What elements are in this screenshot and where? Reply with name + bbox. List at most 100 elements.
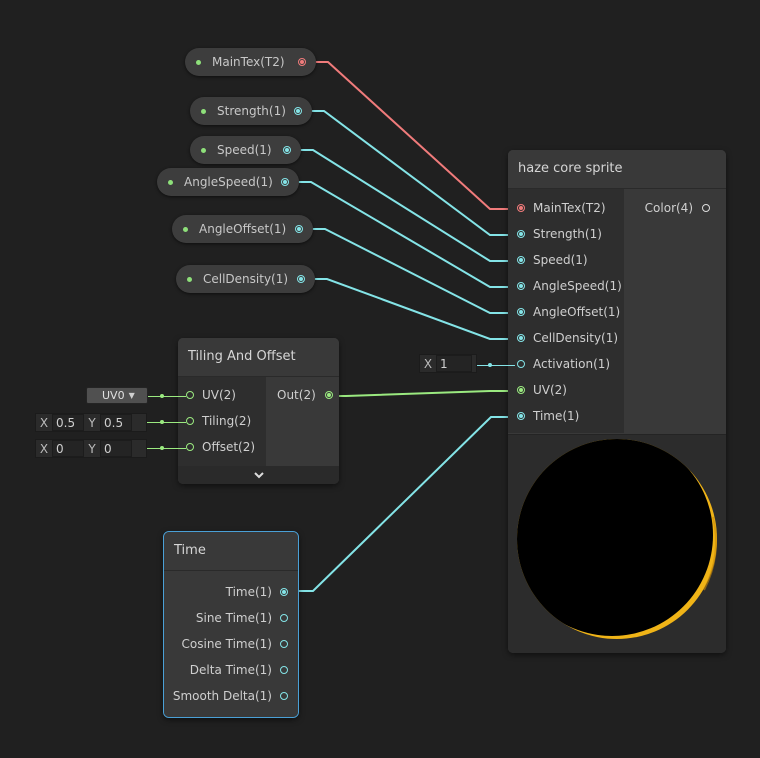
activation-dot xyxy=(488,363,492,367)
uv-channel-dropdown[interactable]: UV0 ▼ xyxy=(86,387,148,404)
tiling-x-input[interactable]: 0.5 xyxy=(52,414,84,431)
node-outputs: Out(2) xyxy=(267,377,339,466)
property-label: CellDensity(1) xyxy=(203,272,289,286)
output-port[interactable] xyxy=(280,666,288,674)
activation-connector xyxy=(477,365,515,366)
activation-field[interactable]: X 1 xyxy=(419,354,477,373)
preview-image xyxy=(517,439,717,639)
input-port[interactable] xyxy=(517,386,525,394)
dropdown-caret-icon: ▼ xyxy=(128,391,135,400)
wire-strength xyxy=(311,110,515,236)
input-time[interactable]: Time(1) xyxy=(508,403,579,429)
input-port[interactable] xyxy=(517,360,525,368)
output-port[interactable] xyxy=(280,588,288,596)
output-cosine-time[interactable]: Cosine Time(1) xyxy=(182,631,288,657)
output-delta-time[interactable]: Delta Time(1) xyxy=(190,657,288,683)
output-port[interactable] xyxy=(280,614,288,622)
output-port[interactable] xyxy=(324,391,333,399)
offset-dot xyxy=(160,446,164,450)
output-port[interactable] xyxy=(702,204,710,212)
input-anglespeed[interactable]: AngleSpeed(1) xyxy=(508,273,622,299)
input-offset[interactable]: Offset(2) xyxy=(178,434,255,460)
offset-field[interactable]: X 0 Y 0 xyxy=(35,439,147,458)
output-time[interactable]: Time(1) xyxy=(226,579,288,605)
input-port[interactable] xyxy=(186,443,194,451)
output-label: Color(4) xyxy=(644,201,693,215)
output-port[interactable] xyxy=(280,640,288,648)
input-uv[interactable]: UV(2) xyxy=(508,377,567,403)
axis-label-x: X xyxy=(39,441,49,456)
axis-label-x: X xyxy=(39,415,49,430)
output-label: Time(1) xyxy=(225,585,272,599)
input-label: Strength(1) xyxy=(533,227,602,241)
chevron-down-icon[interactable] xyxy=(253,471,265,481)
wire-maintex xyxy=(315,61,515,210)
input-label: Speed(1) xyxy=(533,253,588,267)
input-port[interactable] xyxy=(517,230,525,238)
input-port[interactable] xyxy=(517,412,525,420)
input-label: AngleSpeed(1) xyxy=(533,279,622,293)
input-label: AngleOffset(1) xyxy=(533,305,621,319)
offset-connector xyxy=(147,448,186,449)
property-strength[interactable]: Strength(1) xyxy=(190,97,312,125)
input-angleoffset[interactable]: AngleOffset(1) xyxy=(508,299,620,325)
property-celldensity[interactable]: CellDensity(1) xyxy=(176,265,315,293)
property-dot xyxy=(168,179,173,185)
offset-y-input[interactable]: 0 xyxy=(100,440,132,457)
tiling-and-offset-node[interactable]: Tiling And Offset UV(2) Tiling(2) Offset… xyxy=(178,338,339,484)
property-angleoffset[interactable]: AngleOffset(1) xyxy=(172,215,313,243)
uv-connector xyxy=(148,396,186,397)
input-strength[interactable]: Strength(1) xyxy=(508,221,602,247)
input-port[interactable] xyxy=(186,417,194,425)
output-port[interactable] xyxy=(280,692,288,700)
output-out[interactable]: Out(2) xyxy=(277,382,333,408)
output-label: Out(2) xyxy=(277,388,316,402)
input-uv[interactable]: UV(2) xyxy=(178,382,236,408)
input-label: UV(2) xyxy=(533,383,567,397)
output-color[interactable]: Color(4) xyxy=(645,195,718,221)
node-inputs: UV(2) Tiling(2) Offset(2) xyxy=(178,377,266,466)
property-speed[interactable]: Speed(1) xyxy=(190,136,301,164)
tiling-connector xyxy=(147,422,186,423)
input-port[interactable] xyxy=(517,334,525,342)
property-label: Speed(1) xyxy=(217,143,272,157)
input-maintex[interactable]: MainTex(T2) xyxy=(508,195,606,221)
tiling-field[interactable]: X 0.5 Y 0.5 xyxy=(35,413,147,432)
property-anglespeed[interactable]: AngleSpeed(1) xyxy=(157,168,299,196)
output-label: Smooth Delta(1) xyxy=(172,689,272,703)
activation-value[interactable]: 1 xyxy=(436,355,472,372)
haze-core-sprite-node[interactable]: haze core sprite MainTex(T2) Strength(1)… xyxy=(508,150,726,653)
output-port[interactable] xyxy=(298,58,306,66)
property-label: Strength(1) xyxy=(217,104,286,118)
offset-x-input[interactable]: 0 xyxy=(52,440,84,457)
node-inputs: MainTex(T2) Strength(1) Speed(1) AngleSp… xyxy=(508,189,624,433)
input-port[interactable] xyxy=(517,204,525,212)
input-speed[interactable]: Speed(1) xyxy=(508,247,588,273)
axis-label-y: Y xyxy=(88,415,96,430)
output-port[interactable] xyxy=(283,146,291,154)
property-maintex[interactable]: MainTex(T2) xyxy=(185,48,316,76)
input-port[interactable] xyxy=(517,282,525,290)
node-title: Tiling And Offset xyxy=(178,338,339,377)
node-outputs: Time(1) Sine Time(1) Cosine Time(1) Delt… xyxy=(164,571,298,717)
output-port[interactable] xyxy=(294,107,302,115)
output-port[interactable] xyxy=(295,225,303,233)
output-port[interactable] xyxy=(297,275,305,283)
tiling-dot xyxy=(160,420,164,424)
output-label: Sine Time(1) xyxy=(195,611,272,625)
wire-celldensity xyxy=(314,278,515,340)
output-port[interactable] xyxy=(281,178,289,186)
input-celldensity[interactable]: CellDensity(1) xyxy=(508,325,618,351)
input-port[interactable] xyxy=(517,256,525,264)
input-port[interactable] xyxy=(186,391,194,399)
input-label: MainTex(T2) xyxy=(533,201,606,215)
input-port[interactable] xyxy=(517,308,525,316)
tiling-y-input[interactable]: 0.5 xyxy=(100,414,132,431)
time-node[interactable]: Time Time(1) Sine Time(1) Cosine Time(1)… xyxy=(163,531,299,718)
output-smooth-delta[interactable]: Smooth Delta(1) xyxy=(173,683,288,709)
collapse-toggle[interactable] xyxy=(178,466,339,484)
property-dot xyxy=(201,108,206,114)
output-sine-time[interactable]: Sine Time(1) xyxy=(196,605,288,631)
input-tiling[interactable]: Tiling(2) xyxy=(178,408,251,434)
input-activation[interactable]: Activation(1) xyxy=(508,351,610,377)
